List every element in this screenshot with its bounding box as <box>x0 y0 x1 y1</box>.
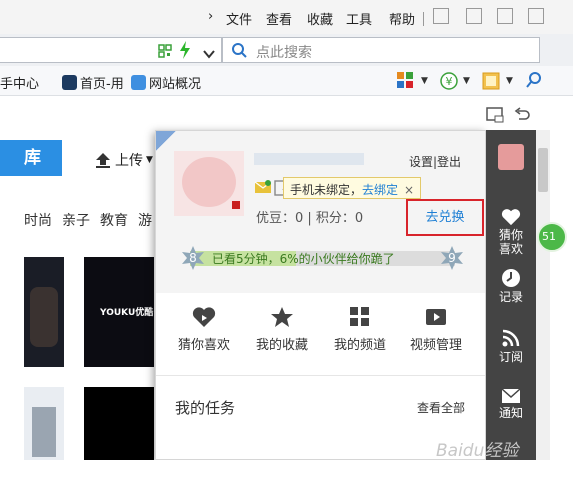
bookmarks-bar: 手中心 首页-用 网站概况 ▼ ¥ ▼ ▼ <box>0 66 573 96</box>
sidebar-item-subscribe[interactable]: 订阅 <box>486 328 536 364</box>
dropdown-arrow-icon[interactable]: ▼ <box>463 76 470 86</box>
qr-code-corner[interactable] <box>156 131 176 151</box>
quick-links: 猜你喜欢 我的收藏 我的频道 视频管理 <box>156 306 485 366</box>
rss-icon <box>502 329 520 347</box>
minimize-button[interactable] <box>433 8 449 24</box>
heart-icon <box>192 307 216 327</box>
sidebar-item-recommend[interactable]: 猜你喜欢 <box>486 208 536 256</box>
divider <box>156 375 485 376</box>
restore-button[interactable] <box>497 8 513 24</box>
video-thumbnail[interactable] <box>84 387 154 460</box>
dropdown-arrow-icon[interactable]: ▼ <box>421 76 428 86</box>
category-game[interactable]: 游 <box>138 210 152 230</box>
heart-icon <box>501 209 521 226</box>
upload-icon <box>96 153 110 168</box>
bookmark-home[interactable]: 首页-用 <box>62 73 124 92</box>
watermark: Baidu经验 <box>436 441 519 461</box>
qr-icon[interactable] <box>158 43 172 62</box>
grid-icon <box>350 307 369 326</box>
category-education[interactable]: 教育 <box>100 210 128 230</box>
avatar-mini[interactable] <box>486 140 536 174</box>
quick-link-favorites[interactable]: 我的收藏 <box>242 306 322 353</box>
level-current-badge: 8 <box>180 245 206 271</box>
caret-icon: ▼ <box>146 155 153 165</box>
search-box[interactable]: 点此搜索 <box>222 37 540 63</box>
gift-icon[interactable] <box>482 72 500 94</box>
mail-verify-icon[interactable] <box>255 180 271 194</box>
category-parenting[interactable]: 亲子 <box>62 210 90 230</box>
video-library-button[interactable]: 库 <box>0 140 62 176</box>
scrollbar-thumb[interactable] <box>538 148 548 192</box>
level-progress: 已看5分钟，6%的小伙伴给你跪了 8 9 <box>180 245 465 271</box>
home-favicon-icon <box>62 75 77 90</box>
floating-badge[interactable]: 51 <box>537 222 567 252</box>
quick-link-recommend[interactable]: 猜你喜欢 <box>164 306 244 353</box>
menu-file[interactable]: 文件 <box>226 9 252 28</box>
exchange-button[interactable]: 去兑换 <box>406 199 484 236</box>
scrollbar[interactable] <box>536 130 550 460</box>
phone-tip-text: 手机未绑定， <box>290 183 363 197</box>
right-sidebar: 猜你喜欢 记录 订阅 通知 <box>486 130 536 460</box>
menu-arrow[interactable]: › <box>208 9 213 24</box>
mail-icon <box>501 388 521 403</box>
tool-row <box>0 96 573 130</box>
username-blurred <box>254 153 364 165</box>
view-all-link[interactable]: 查看全部 <box>417 399 465 416</box>
level-next-badge: 9 <box>439 245 465 271</box>
upload-button[interactable]: 上传 ▼ <box>94 150 153 170</box>
svg-text:¥: ¥ <box>446 75 453 88</box>
status-bar <box>0 460 573 487</box>
menu-separator <box>423 12 424 26</box>
menu-bar: › 文件 查看 收藏 工具 帮助 <box>0 0 573 34</box>
chart-favicon-icon <box>131 75 146 90</box>
url-bar[interactable] <box>0 37 222 63</box>
clock-icon <box>502 269 520 287</box>
quick-link-video-manage[interactable]: 视频管理 <box>396 306 476 353</box>
find-icon[interactable] <box>525 71 543 93</box>
phone-binding-tooltip: 手机未绑定，去绑定 × <box>283 177 422 199</box>
menu-view[interactable]: 查看 <box>266 9 292 28</box>
avatar[interactable] <box>174 151 244 216</box>
video-icon <box>426 309 446 325</box>
video-thumbnail[interactable] <box>24 257 64 367</box>
close-window-button[interactable] <box>528 8 544 24</box>
tasks-title: 我的任务 <box>175 399 236 417</box>
currency-icon[interactable]: ¥ <box>440 72 458 94</box>
star-icon <box>271 307 293 327</box>
category-fashion[interactable]: 时尚 <box>24 210 52 230</box>
close-icon[interactable]: × <box>404 183 414 197</box>
dropdown-arrow-icon[interactable]: ▼ <box>506 76 513 86</box>
chevron-down-icon[interactable] <box>203 44 215 63</box>
account-links[interactable]: 设置|登出 <box>409 153 461 170</box>
search-icon[interactable] <box>231 42 249 64</box>
sidebar-item-history[interactable]: 记录 <box>486 268 536 304</box>
window-icon[interactable] <box>486 107 504 127</box>
bookmark-site-overview[interactable]: 网站概况 <box>131 73 201 92</box>
menu-tools[interactable]: 工具 <box>346 9 372 28</box>
menu-favorites[interactable]: 收藏 <box>307 9 333 28</box>
video-thumbnail[interactable]: YOUKU优酷 <box>84 257 154 367</box>
points-display: 优豆：0 | 积分：0 <box>256 211 364 226</box>
bookmark-center[interactable]: 手中心 <box>0 73 39 92</box>
bind-phone-link[interactable]: 去绑定 <box>362 183 398 197</box>
speed-icon[interactable] <box>178 41 192 63</box>
search-input[interactable]: 点此搜索 <box>256 42 312 62</box>
address-row: 点此搜索 <box>0 34 573 66</box>
thumbnail-brand: YOUKU优酷 <box>100 308 154 318</box>
apps-icon[interactable] <box>397 72 413 92</box>
maximize-button[interactable] <box>466 8 482 24</box>
quick-link-channel[interactable]: 我的频道 <box>320 306 400 353</box>
undo-icon[interactable] <box>514 107 530 127</box>
sidebar-item-notify[interactable]: 通知 <box>486 388 536 420</box>
menu-help[interactable]: 帮助 <box>389 9 415 28</box>
user-info-panel: 设置|登出 手机未绑定，去绑定 × 优豆：0 | 积分：0 去兑换 已看5分钟，6… <box>156 131 485 293</box>
user-popup: 设置|登出 手机未绑定，去绑定 × 优豆：0 | 积分：0 去兑换 已看5分钟，6… <box>155 130 486 460</box>
video-thumbnail[interactable] <box>24 387 64 460</box>
level-progress-text: 已看5分钟，6%的小伙伴给你跪了 <box>212 252 395 266</box>
